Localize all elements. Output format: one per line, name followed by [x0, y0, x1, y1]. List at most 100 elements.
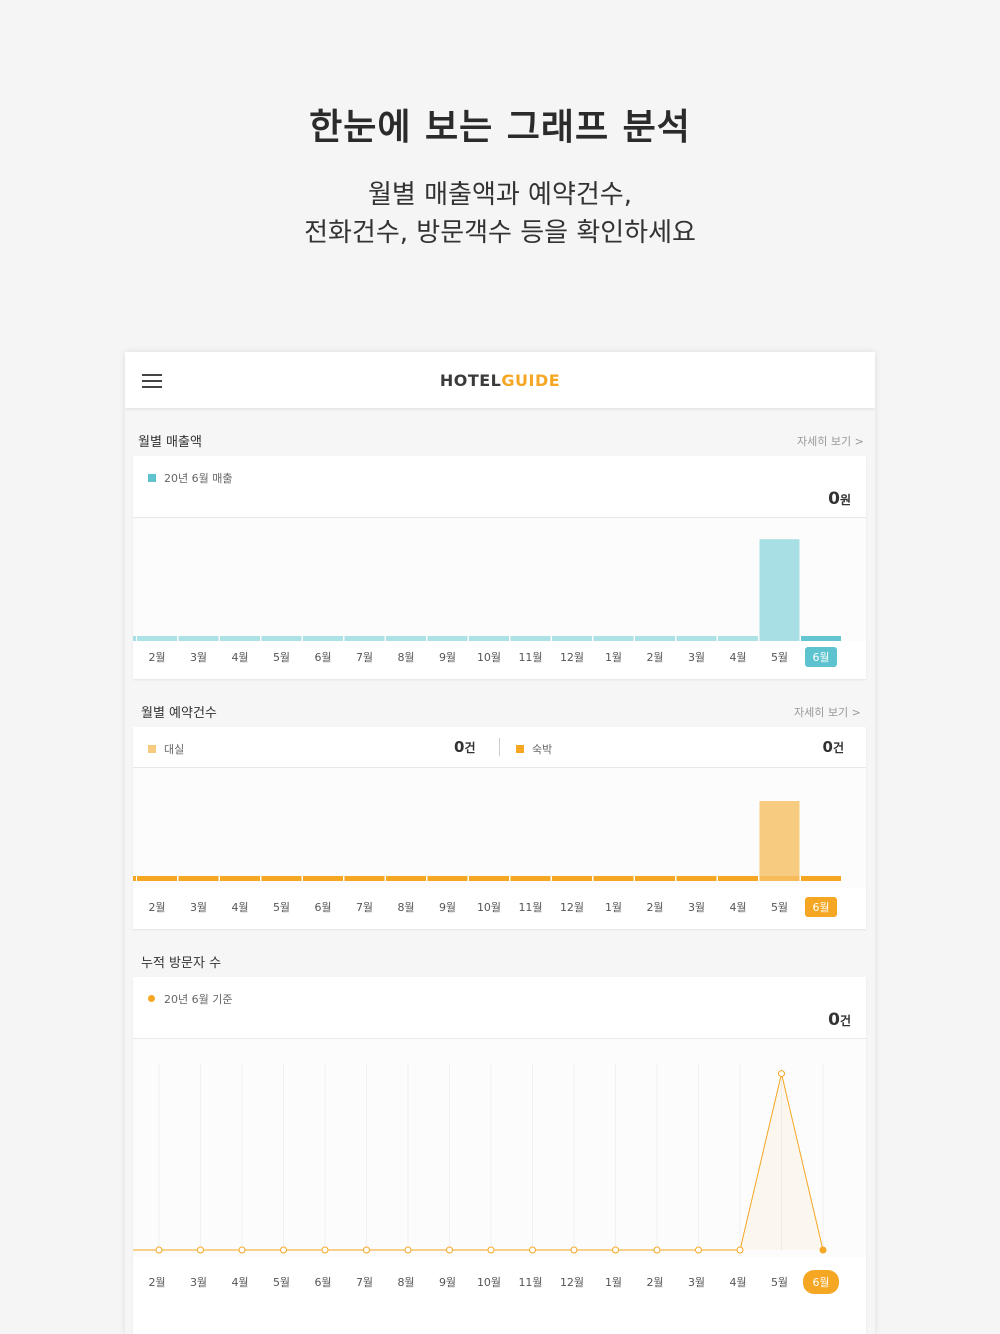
sales-bar: [178, 636, 219, 641]
x-tick-label: 10월: [476, 901, 502, 914]
sales-bar: [593, 636, 634, 641]
reservations-base-bar: [759, 876, 800, 881]
hall-total: 0건: [454, 738, 475, 756]
sales-bar: [344, 636, 385, 641]
x-tick-label: 4월: [729, 651, 747, 664]
visitors-total: 0건: [828, 1010, 851, 1030]
reservations-section-title: 월별 예약건수: [141, 706, 217, 721]
device-screen: HOTELGUIDE 월별 매출액 자세히 보기 > 20년 6월 매출 0원 …: [125, 352, 875, 1334]
x-tick-label: 6월: [805, 647, 837, 667]
x-tick-label: 5월: [272, 651, 291, 664]
x-tick-label: 8월: [397, 901, 415, 914]
reservations-base-bar: [510, 876, 551, 881]
line-point: [280, 1246, 287, 1254]
x-tick-label: 4월: [231, 651, 249, 664]
x-tick-label: 11월: [518, 651, 543, 664]
line-point: [404, 1246, 412, 1254]
x-tick-label: 3월: [687, 901, 706, 914]
legend-dot-icon: [148, 995, 155, 1002]
hero-title: 한눈에 보는 그래프 분석: [309, 107, 691, 148]
hall-legend: 대실: [148, 741, 184, 757]
line-point: [778, 1070, 785, 1078]
sales-total: 0원: [828, 489, 851, 509]
line-point: [612, 1246, 619, 1254]
x-tick-label: 3월: [189, 901, 208, 914]
line-point: [197, 1246, 204, 1254]
sales-bar: [801, 636, 841, 641]
sales-bar: [220, 636, 260, 641]
sales-bar: [635, 636, 675, 641]
line-point: [695, 1246, 702, 1254]
x-tick-label: 2월: [646, 651, 664, 664]
reservations-bar: [759, 801, 800, 881]
x-tick-label: 2월: [148, 651, 166, 664]
reservations-edge-bar: [133, 876, 136, 881]
hall-total-unit: 건: [464, 741, 476, 755]
app-logo[interactable]: HOTELGUIDE: [125, 371, 875, 390]
visitors-section-title: 누적 방문자 수: [141, 956, 222, 971]
x-tick-label: 3월: [189, 651, 208, 664]
reservations-base-bar: [344, 876, 385, 881]
line-point: [653, 1246, 661, 1254]
x-tick-label: 11월: [518, 1276, 543, 1289]
x-tick-label: 2월: [148, 901, 166, 914]
x-tick-label: 3월: [687, 651, 706, 664]
line-point: [736, 1246, 744, 1254]
reservations-base-bar: [469, 876, 509, 881]
logo-hotel: HOTEL: [439, 371, 502, 390]
x-tick-label: 8월: [397, 1276, 415, 1289]
reservations-base-bar: [718, 876, 758, 881]
line-point: [155, 1246, 163, 1254]
stay-legend-label: 숙박: [532, 743, 553, 756]
sales-legend-label: 20년 6월 매출: [164, 472, 233, 485]
legend-divider: [499, 738, 500, 756]
sales-bar: [137, 636, 177, 641]
hero-subtitle-line1: 월별 매출액과 예약건수,: [368, 180, 632, 210]
reservations-more-link[interactable]: 자세히 보기 >: [794, 704, 861, 720]
visitors-legend: 20년 6월 기준: [148, 991, 232, 1007]
visitors-chart-plot: [133, 1039, 866, 1257]
line-point: [819, 1246, 827, 1254]
logo-guide: GUIDE: [501, 371, 561, 390]
visitors-line-chart: [133, 1063, 827, 1254]
sales-bar: [718, 636, 758, 641]
x-tick-label: 4월: [231, 1276, 249, 1289]
x-tick-label: 5월: [770, 651, 789, 664]
x-tick-label: 5월: [272, 1276, 291, 1289]
sales-bar: [386, 636, 426, 641]
visitors-total-value: 0: [828, 1010, 840, 1030]
x-tick-label: 1월: [604, 1276, 623, 1289]
sales-legend: 20년 6월 매출: [148, 470, 232, 486]
reservations-card: 대실 0건 숙박 0건 2월 3월 4월 5월 6월 7월 8월 9월 10월 11월 12월 1월 2…: [133, 727, 866, 929]
visitors-card-header: 20년 6월 기준 0건: [133, 977, 866, 1039]
x-tick-label: 3월: [687, 1276, 706, 1289]
reservations-base-bar: [552, 876, 592, 881]
x-tick-label: 4월: [729, 901, 747, 914]
x-tick-label: 6월: [314, 1276, 332, 1289]
line-point: [321, 1246, 329, 1254]
hall-total-value: 0: [454, 738, 465, 756]
sales-total-unit: 원: [839, 493, 851, 507]
x-tick-label: 7월: [355, 651, 374, 664]
reservations-base-bar: [178, 876, 219, 881]
x-tick-label: 3월: [189, 1276, 208, 1289]
reservations-base-bar: [220, 876, 260, 881]
sales-edge-bar: [133, 636, 136, 641]
visitors-total-unit: 건: [839, 1014, 851, 1028]
sales-more-link[interactable]: 자세히 보기 >: [797, 433, 864, 449]
reservations-base-bar: [261, 876, 302, 881]
sales-chart-plot: [133, 518, 866, 641]
sales-card: 20년 6월 매출 0원 2월 3월 4월 5월 6월 7월 8월 9월 10월 11월 12월 1월…: [133, 456, 866, 679]
app-bar: HOTELGUIDE: [125, 352, 875, 408]
x-tick-label: 1월: [604, 651, 623, 664]
reservations-base-bar: [635, 876, 675, 881]
sales-bar: [510, 636, 551, 641]
x-tick-label: 9월: [438, 651, 457, 664]
stay-total: 0건: [823, 738, 844, 756]
stay-total-value: 0: [822, 738, 833, 756]
visitors-legend-label: 20년 6월 기준: [164, 993, 233, 1006]
sales-bar: [552, 636, 592, 641]
reservations-base-bar: [593, 876, 634, 881]
x-tick-label: 10월: [476, 651, 502, 664]
hero-subtitle: 월별 매출액과 예약건수, 전화건수, 방문객수 등을 확인하세요: [0, 176, 1000, 252]
